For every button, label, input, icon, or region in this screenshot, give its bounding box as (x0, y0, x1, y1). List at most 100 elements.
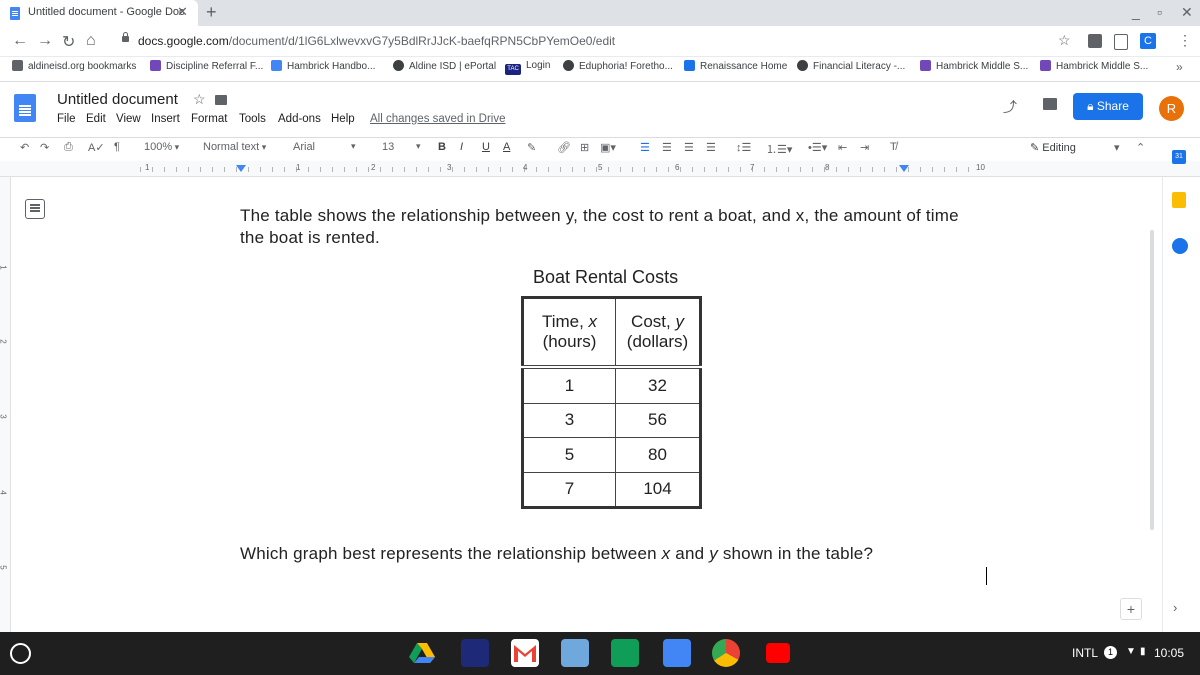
launcher-icon[interactable] (10, 643, 31, 664)
font-select[interactable]: Arial ▾ (293, 141, 363, 153)
bookmark-item[interactable]: Hambrick Handbo... (271, 60, 375, 72)
italic-button[interactable]: I (460, 141, 463, 153)
extension-icon[interactable] (1088, 34, 1102, 48)
insert-comment-icon[interactable]: ⊞ (580, 141, 589, 154)
clear-formatting-icon[interactable]: T̸ (890, 141, 897, 153)
menu-addons[interactable]: Add-ons (278, 113, 321, 125)
app-icon[interactable] (561, 639, 589, 667)
bookmark-star-icon[interactable]: ☆ (1058, 32, 1071, 49)
calendar-icon[interactable]: 31 (1172, 150, 1186, 164)
menu-insert[interactable]: Insert (151, 113, 180, 125)
tab-close-icon[interactable]: ✕ (177, 4, 188, 20)
docs-home-icon[interactable] (14, 94, 36, 122)
bold-button[interactable]: B (438, 141, 446, 153)
insert-image-icon[interactable]: ▣▾ (600, 141, 616, 154)
share-button[interactable]: 🔒︎ Share (1073, 93, 1143, 120)
save-status[interactable]: All changes saved in Drive (370, 113, 506, 125)
table-row: 1 32 (522, 366, 701, 404)
keep-icon[interactable] (1172, 192, 1186, 208)
chevron-down-icon[interactable]: ▾ (1114, 141, 1120, 154)
menu-format[interactable]: Format (191, 113, 227, 125)
highlight-icon[interactable]: ✎ (527, 141, 536, 154)
boat-rental-table[interactable]: Time, x (hours) Cost, y (dollars) 1 32 3 56 … (521, 296, 702, 509)
bookmark-item[interactable]: Aldine ISD | ePortal (393, 60, 496, 72)
collapse-toolbar-icon[interactable]: ⌃ (1136, 141, 1145, 154)
align-left-icon[interactable]: ☰ (640, 141, 650, 154)
bookmark-item[interactable]: Discipline Referral F... (150, 60, 263, 72)
close-window-icon[interactable]: ✕ (1181, 4, 1193, 21)
align-right-icon[interactable]: ☰ (684, 141, 694, 154)
minimize-icon[interactable]: _ (1132, 4, 1140, 20)
scrollbar[interactable] (1150, 230, 1154, 530)
undo-icon[interactable]: ↶ (20, 141, 29, 154)
menu-view[interactable]: View (116, 113, 141, 125)
menu-file[interactable]: File (57, 113, 76, 125)
youtube-icon[interactable] (766, 643, 790, 663)
zoom-select[interactable]: 100% (144, 141, 179, 153)
bookmarks-more-icon[interactable]: » (1176, 60, 1183, 74)
bookmark-label: Hambrick Middle S... (1056, 61, 1149, 72)
extension-icon[interactable] (1114, 34, 1128, 50)
right-indent-marker[interactable] (899, 165, 909, 172)
star-icon[interactable]: ☆ (193, 91, 206, 108)
gmail-icon[interactable] (511, 639, 539, 667)
docs-icon[interactable] (663, 639, 691, 667)
folder-icon[interactable] (215, 95, 227, 105)
drive-icon[interactable] (408, 639, 436, 667)
tasks-icon[interactable] (1172, 238, 1188, 254)
avatar[interactable]: R (1159, 96, 1184, 121)
sheets-icon[interactable] (611, 639, 639, 667)
comments-icon[interactable] (1043, 98, 1057, 110)
bookmark-label: Login (526, 60, 551, 71)
bookmark-item[interactable]: Hambrick Middle S... (920, 60, 1028, 72)
new-tab-button[interactable]: + (206, 2, 217, 23)
paint-format-icon[interactable]: ¶ (114, 141, 120, 153)
document-outline-icon[interactable] (25, 199, 45, 219)
bookmark-item[interactable]: Renaissance Home (684, 60, 787, 72)
activity-trend-icon[interactable]: ⤴ (1003, 97, 1017, 117)
status-tray[interactable]: INTL 1 ▼ ▮ 10:05 (1064, 640, 1192, 666)
increase-indent-icon[interactable]: ⇥ (860, 141, 869, 154)
underline-button[interactable]: U (482, 141, 490, 153)
text-color-button[interactable]: A (503, 141, 510, 153)
menu-dots-icon[interactable]: ⋮ (1178, 32, 1192, 49)
align-center-icon[interactable]: ☰ (662, 141, 672, 154)
style-select[interactable]: Normal text (203, 141, 266, 153)
bookmark-item[interactable]: aldineisd.org bookmarks (12, 60, 136, 72)
font-size-select[interactable]: 13 ▾ (382, 141, 422, 153)
address-bar[interactable]: docs.google.com/document/d/1lG6LxlwevxvG… (138, 34, 615, 48)
home-icon[interactable]: ⌂ (86, 32, 96, 50)
spellcheck-icon[interactable]: A✓ (88, 141, 105, 154)
justify-icon[interactable]: ☰ (706, 141, 716, 154)
numbered-list-icon[interactable]: ⒈☰▾ (766, 141, 792, 157)
menu-help[interactable]: Help (331, 113, 355, 125)
print-icon[interactable]: ⎙ (64, 141, 73, 154)
editing-mode-select[interactable]: ✎ Editing (1030, 141, 1076, 154)
bulleted-list-icon[interactable]: •☰▾ (808, 141, 827, 154)
bookmark-item[interactable]: TAC Login (505, 60, 550, 75)
chevron-right-icon[interactable]: › (1173, 600, 1177, 615)
document-title[interactable]: Untitled document (57, 91, 178, 108)
tab-title: Untitled document - Google Doc (28, 6, 185, 18)
forward-icon[interactable]: → (37, 32, 53, 50)
menu-tools[interactable]: Tools (239, 113, 266, 125)
restore-icon[interactable]: ▫ (1157, 4, 1162, 20)
left-indent-marker[interactable] (236, 165, 246, 172)
bookmark-item[interactable]: Hambrick Middle S... (1040, 60, 1148, 72)
chrome-icon[interactable] (712, 639, 740, 667)
link-icon[interactable]: 🔗︎ (557, 141, 571, 154)
app-icon[interactable] (461, 639, 489, 667)
extension-c-icon[interactable]: C (1140, 33, 1156, 49)
redo-icon[interactable]: ↷ (40, 141, 49, 154)
decrease-indent-icon[interactable]: ⇤ (838, 141, 847, 154)
reload-icon[interactable]: ↻ (62, 32, 75, 52)
line-spacing-icon[interactable]: ↕☰ (736, 141, 751, 154)
browser-tab[interactable]: Untitled document - Google Doc ✕ (0, 0, 198, 26)
back-icon[interactable]: ← (12, 32, 28, 50)
menu-edit[interactable]: Edit (86, 113, 106, 125)
vertical-ruler[interactable] (0, 177, 11, 632)
add-button[interactable]: + (1120, 598, 1142, 620)
bookmark-item[interactable]: Eduphoria! Foretho... (563, 60, 673, 72)
bookmark-item[interactable]: Financial Literacy -... (797, 60, 905, 72)
table-cell: 32 (615, 366, 701, 404)
